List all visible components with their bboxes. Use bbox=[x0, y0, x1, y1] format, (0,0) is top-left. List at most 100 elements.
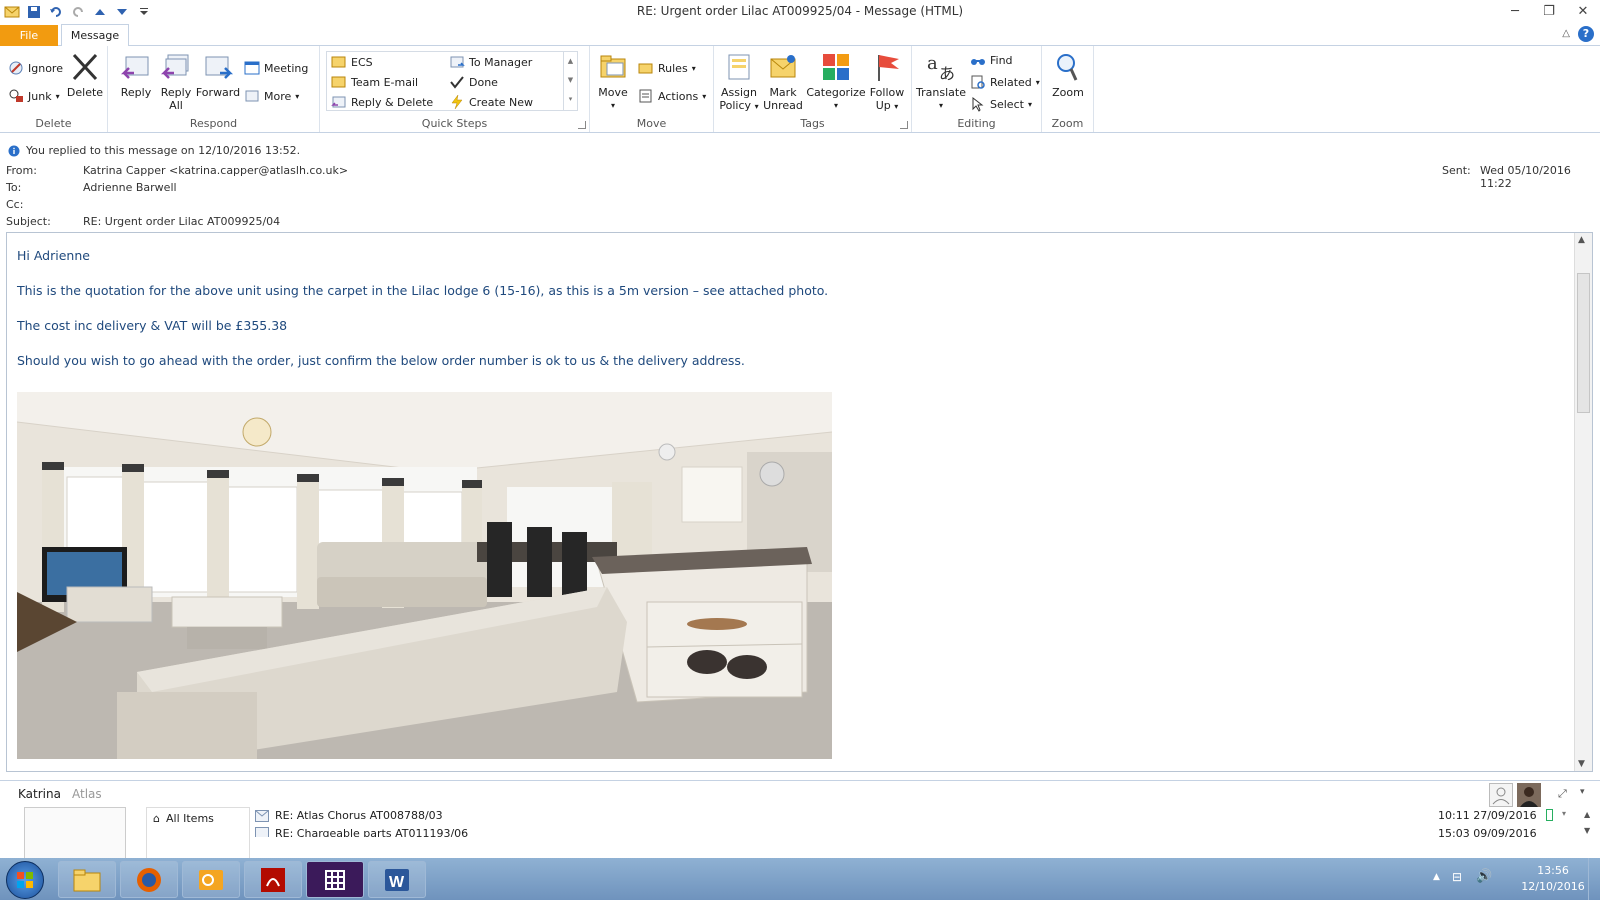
quick-step-create-new[interactable]: Create New bbox=[449, 94, 533, 110]
quick-step-done[interactable]: Done bbox=[449, 74, 498, 90]
meeting-button[interactable]: Meeting bbox=[244, 60, 308, 76]
volume-icon[interactable]: 🔊 bbox=[1476, 869, 1492, 884]
move-button[interactable]: Move ▾ bbox=[594, 51, 632, 112]
taskbar-acrobat[interactable] bbox=[244, 861, 302, 898]
close-button[interactable]: ✕ bbox=[1566, 0, 1600, 22]
show-hidden-icons-icon[interactable]: ▲ bbox=[1433, 872, 1440, 882]
quick-step-reply-delete[interactable]: Reply & Delete bbox=[331, 94, 433, 110]
message-body[interactable]: Hi Adrienne This is the quotation for th… bbox=[6, 232, 1593, 772]
ribbon: Ignore Junk ▾ Delete Delete Reply Reply A… bbox=[0, 46, 1600, 133]
restore-button[interactable]: ❐ bbox=[1532, 0, 1566, 22]
categorize-button[interactable]: Categorize ▾ bbox=[806, 51, 866, 112]
forward-icon bbox=[205, 56, 234, 79]
related-button[interactable]: Related ▾ bbox=[970, 74, 1040, 90]
delete-x-icon bbox=[72, 53, 98, 81]
next-item-icon[interactable] bbox=[112, 2, 132, 22]
start-button[interactable] bbox=[6, 861, 44, 899]
zoom-button[interactable]: Zoom bbox=[1048, 51, 1088, 99]
ignore-button[interactable]: Ignore bbox=[8, 60, 63, 76]
select-button[interactable]: Select ▾ bbox=[970, 96, 1032, 112]
translate-icon: aあ bbox=[927, 53, 955, 83]
translate-button[interactable]: aあ Translate ▾ bbox=[916, 51, 966, 112]
minimize-ribbon-icon[interactable]: △ bbox=[1562, 28, 1570, 39]
quick-step-to-manager[interactable]: To Manager bbox=[449, 54, 532, 70]
junk-button[interactable]: Junk ▾ bbox=[8, 88, 60, 104]
windows-logo-icon bbox=[17, 872, 33, 888]
list-item[interactable]: RE: Chargeable parts AT011193/06 bbox=[255, 827, 468, 837]
related-icon bbox=[971, 75, 985, 89]
group-label-move: Move bbox=[636, 117, 667, 130]
network-icon[interactable]: ⊟ bbox=[1452, 870, 1462, 884]
rules-button[interactable]: Rules ▾ bbox=[638, 60, 696, 76]
taskbar-outlook[interactable] bbox=[182, 861, 240, 898]
forward-button[interactable]: Forward bbox=[196, 51, 240, 99]
assign-policy-icon bbox=[728, 54, 750, 80]
list-item[interactable]: RE: Atlas Chorus AT008788/03 bbox=[255, 809, 443, 822]
window-title: RE: Urgent order Lilac AT009925/04 - Mes… bbox=[636, 4, 964, 18]
envelope-icon bbox=[331, 76, 346, 88]
reply-all-button[interactable]: Reply All bbox=[156, 51, 196, 112]
taskbar-firefox[interactable] bbox=[120, 861, 178, 898]
to-value[interactable]: Adrienne Barwell bbox=[83, 181, 177, 194]
system-clock[interactable]: 13:56 12/10/2016 bbox=[1520, 863, 1586, 895]
delete-button[interactable]: Delete bbox=[66, 51, 104, 99]
group-label-tags: Tags bbox=[800, 117, 825, 130]
redo-icon[interactable] bbox=[68, 2, 88, 22]
taskbar-explorer[interactable] bbox=[58, 861, 116, 898]
quick-steps-launcher-icon[interactable] bbox=[578, 121, 586, 129]
lodge-interior-photo[interactable] bbox=[17, 392, 832, 759]
filter-all-items[interactable]: ⌂ All Items bbox=[147, 808, 249, 829]
quick-step-ecs[interactable]: ECS bbox=[331, 54, 373, 70]
outlook-envelope-icon bbox=[2, 2, 22, 22]
reply-button[interactable]: Reply bbox=[116, 51, 156, 99]
message-header: You replied to this message on 12/10/201… bbox=[0, 134, 1600, 232]
contact-name[interactable]: Katrina bbox=[18, 787, 61, 801]
scrollbar-thumb[interactable] bbox=[1577, 273, 1590, 413]
help-icon[interactable]: ? bbox=[1578, 26, 1594, 42]
save-icon[interactable] bbox=[24, 2, 44, 22]
binoculars-icon bbox=[971, 59, 985, 65]
reply-delete-icon bbox=[331, 96, 346, 108]
customize-toolbar-icon[interactable] bbox=[134, 2, 154, 22]
contact-company: Atlas bbox=[72, 787, 102, 801]
actions-button[interactable]: Actions ▾ bbox=[638, 88, 706, 104]
find-button[interactable]: Find bbox=[970, 52, 1013, 68]
scroll-down-icon[interactable]: ▼ bbox=[1578, 759, 1585, 769]
envelope-icon bbox=[255, 809, 269, 822]
firefox-icon bbox=[137, 867, 161, 892]
mark-unread-icon bbox=[770, 55, 796, 78]
message-vertical-scrollbar[interactable]: ▲ ▼ bbox=[1574, 233, 1592, 771]
follow-up-button[interactable]: Follow Up ▾ bbox=[866, 51, 908, 113]
assign-policy-button[interactable]: Assign Policy ▾ bbox=[718, 51, 760, 113]
lightning-icon bbox=[451, 94, 463, 110]
quick-step-team-email[interactable]: Team E-mail bbox=[331, 74, 418, 90]
expand-pane-icon[interactable]: ⤢ bbox=[1558, 787, 1567, 801]
from-value[interactable]: Katrina Capper <katrina.capper@atlaslh.c… bbox=[83, 164, 348, 177]
tab-file[interactable]: File bbox=[0, 25, 58, 46]
taskbar-word[interactable]: W bbox=[368, 861, 426, 898]
person-icon[interactable] bbox=[1489, 783, 1513, 807]
minimize-button[interactable]: ─ bbox=[1498, 0, 1532, 22]
item-dropdown-icon[interactable]: ▾ bbox=[1562, 809, 1566, 818]
more-respond-button[interactable]: More ▾ bbox=[244, 88, 299, 104]
mark-unread-button[interactable]: Mark Unread bbox=[762, 51, 804, 112]
previous-item-icon[interactable] bbox=[90, 2, 110, 22]
avatar[interactable] bbox=[1517, 783, 1541, 807]
zoom-group: Zoom Zoom bbox=[1042, 46, 1094, 132]
info-icon bbox=[8, 145, 20, 156]
people-pane-scroll[interactable]: ▲ ▼ bbox=[1584, 807, 1590, 839]
svg-text:あ: あ bbox=[939, 64, 955, 83]
tab-message[interactable]: Message bbox=[61, 24, 129, 47]
taskbar-calculator[interactable] bbox=[306, 861, 364, 898]
collapse-pane-icon[interactable]: ▾ bbox=[1580, 787, 1585, 797]
actions-icon bbox=[639, 89, 652, 103]
tags-launcher-icon[interactable] bbox=[900, 121, 908, 129]
scroll-up-icon[interactable]: ▲ bbox=[1578, 235, 1585, 245]
envelope-icon bbox=[331, 56, 346, 68]
group-label-editing: Editing bbox=[957, 117, 996, 130]
body-paragraph-confirm: Should you wish to go ahead with the ord… bbox=[17, 353, 745, 368]
quick-steps-scroll[interactable]: ▲ ▼ ▾ bbox=[563, 52, 577, 110]
junk-icon bbox=[9, 89, 23, 102]
undo-icon[interactable] bbox=[46, 2, 66, 22]
show-desktop-button[interactable] bbox=[1588, 858, 1600, 900]
